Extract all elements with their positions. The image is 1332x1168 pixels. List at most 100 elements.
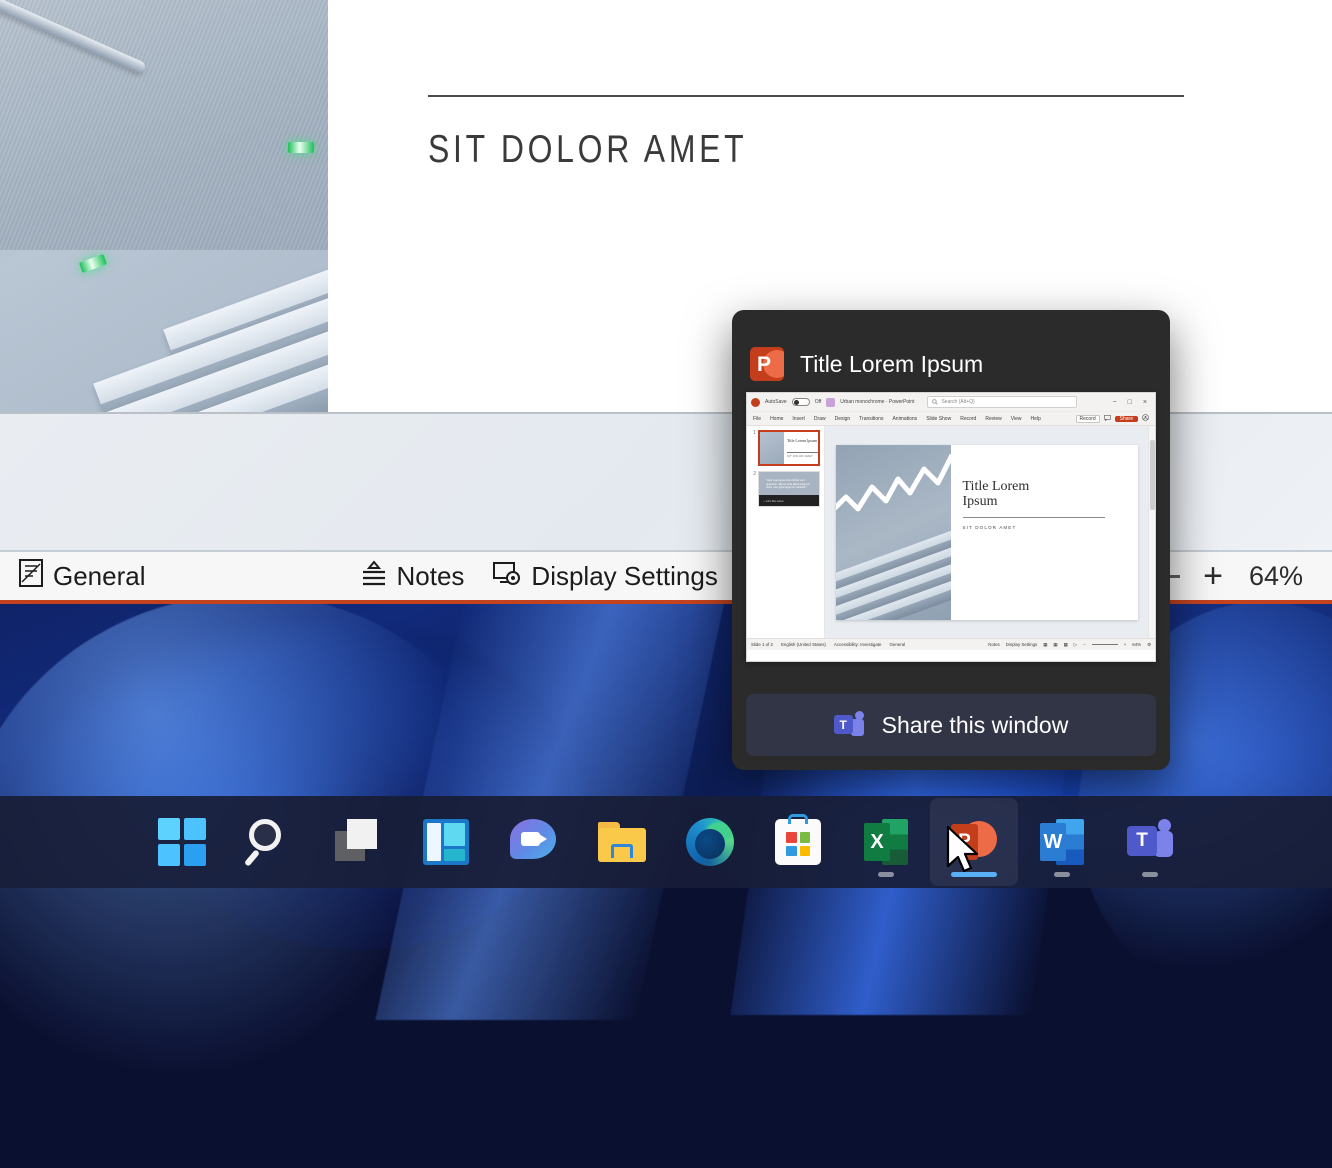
comments-icon[interactable] bbox=[1104, 415, 1111, 423]
ribbon-tab-view[interactable]: View bbox=[1011, 416, 1022, 422]
mini-general[interactable]: General bbox=[889, 642, 905, 647]
autosave-toggle[interactable] bbox=[792, 398, 810, 406]
taskbar-item-excel[interactable]: X bbox=[842, 798, 930, 886]
taskbar-item-teams[interactable]: T bbox=[1106, 798, 1194, 886]
window-thumbnail-preview[interactable]: AutoSave Off Urban monochrome · PowerPoi… bbox=[746, 392, 1156, 662]
taskbar-item-powerpoint[interactable]: P bbox=[930, 798, 1018, 886]
search-icon bbox=[247, 819, 293, 865]
mini-slide-title-line1: Title Lorem bbox=[963, 479, 1138, 495]
ribbon-tab-draw[interactable]: Draw bbox=[814, 416, 826, 422]
ribbon-tab-insert[interactable]: Insert bbox=[792, 416, 805, 422]
mini-reading-view-icon[interactable]: ▦ bbox=[1064, 642, 1068, 648]
slide-thumbnail-1[interactable]: 1 Title Lorem Ipsum SIT DOLOR AMET bbox=[749, 430, 822, 466]
mini-current-slide[interactable]: Title Lorem Ipsum SIT DOLOR AMET bbox=[836, 445, 1138, 620]
mini-window-controls[interactable]: − □ × bbox=[1113, 399, 1151, 406]
close-icon[interactable]: × bbox=[1143, 399, 1147, 406]
word-icon: W bbox=[1040, 819, 1084, 865]
ribbon-tab-record[interactable]: Record bbox=[960, 416, 976, 422]
shared-window-title: Title Lorem Ipsum bbox=[800, 351, 983, 378]
taskbar-item-start[interactable] bbox=[138, 798, 226, 886]
mini-status-bar: Slide 1 of 2 English (United States) Acc… bbox=[747, 638, 1155, 650]
chat-icon bbox=[510, 819, 558, 865]
taskbar-item-word[interactable]: W bbox=[1018, 798, 1106, 886]
ribbon-tab-transitions[interactable]: Transitions bbox=[859, 416, 883, 422]
windows-taskbar[interactable]: X P W T bbox=[0, 796, 1332, 888]
mini-zoom-slider[interactable] bbox=[1092, 644, 1118, 645]
status-general-button[interactable]: General bbox=[0, 550, 160, 602]
mini-slide-subtitle: SIT DOLOR AMET bbox=[963, 525, 1138, 530]
mini-vertical-scrollbar[interactable] bbox=[1148, 426, 1155, 638]
excel-letter: X bbox=[864, 823, 890, 861]
slide-number: 2 bbox=[749, 471, 756, 507]
ribbon-tab-design[interactable]: Design bbox=[835, 416, 851, 422]
stair-led bbox=[288, 142, 314, 153]
mini-search-placeholder: Search (Alt+Q) bbox=[941, 399, 974, 405]
slide-number: 1 bbox=[749, 430, 756, 466]
status-notes-button[interactable]: Notes bbox=[346, 550, 479, 602]
title-divider bbox=[428, 95, 1184, 97]
status-general-label: General bbox=[53, 561, 146, 592]
slide-thumbnail-2[interactable]: 2 "How must quote that infinite your app… bbox=[749, 471, 822, 507]
taskbar-item-chat[interactable] bbox=[490, 798, 578, 886]
fit-to-window-icon[interactable]: ⚙ bbox=[1147, 642, 1151, 648]
scrollbar-thumb[interactable] bbox=[1150, 440, 1155, 510]
folder-icon bbox=[598, 822, 646, 862]
status-notes-label: Notes bbox=[397, 561, 465, 592]
mini-slide-stage: Title Lorem Ipsum SIT DOLOR AMET bbox=[825, 426, 1148, 638]
ribbon-tab-slide-show[interactable]: Slide Show bbox=[926, 416, 951, 422]
mini-zoom-out-icon[interactable]: − bbox=[1083, 642, 1086, 647]
share-this-window-button[interactable]: T Share this window bbox=[746, 694, 1156, 756]
ribbon-tab-file[interactable]: File bbox=[753, 416, 761, 422]
mini-slide-divider bbox=[963, 517, 1105, 518]
store-icon bbox=[775, 819, 821, 865]
record-button[interactable]: Record bbox=[1076, 415, 1100, 423]
taskbar-item-microsoft-store[interactable] bbox=[754, 798, 842, 886]
minimize-icon[interactable]: − bbox=[1113, 399, 1117, 406]
powerpoint-icon: P bbox=[951, 819, 997, 865]
notes-icon bbox=[360, 558, 388, 595]
mini-zoom-percent[interactable]: 64% bbox=[1132, 642, 1141, 647]
mini-ribbon-tabs[interactable]: File Home Insert Draw Design Transitions… bbox=[747, 412, 1155, 426]
slide-thumbnail-panel[interactable]: 1 Title Lorem Ipsum SIT DOLOR AMET 2 "Ho… bbox=[747, 426, 825, 638]
mini-slide-show-icon[interactable]: ▷ bbox=[1074, 642, 1077, 648]
powerpoint-icon: P bbox=[750, 347, 784, 381]
autosave-status-icon bbox=[751, 398, 760, 407]
mini-zoom-in-icon[interactable]: + bbox=[1124, 642, 1127, 647]
active-indicator bbox=[951, 872, 997, 877]
taskbar-item-task-view[interactable] bbox=[314, 798, 402, 886]
mini-notes[interactable]: Notes bbox=[988, 642, 999, 647]
mini-language[interactable]: English (United States) bbox=[781, 642, 826, 647]
mini-slide-sorter-icon[interactable]: ▦ bbox=[1053, 642, 1057, 648]
task-view-icon bbox=[335, 819, 381, 865]
share-button[interactable]: Share bbox=[1115, 416, 1138, 422]
zoom-in-button[interactable]: + bbox=[1196, 559, 1230, 593]
ribbon-tab-help[interactable]: Help bbox=[1030, 416, 1040, 422]
running-indicator bbox=[1054, 872, 1070, 877]
mini-accessibility[interactable]: Accessibility: Investigate bbox=[834, 642, 882, 647]
mini-search-box[interactable]: Search (Alt+Q) bbox=[927, 396, 1077, 408]
zoom-level-label[interactable]: 64% bbox=[1230, 561, 1322, 592]
taskbar-item-widgets[interactable] bbox=[402, 798, 490, 886]
share-this-window-label: Share this window bbox=[882, 712, 1069, 739]
mini-slide-counter: Slide 1 of 2 bbox=[751, 642, 773, 647]
taskbar-item-edge[interactable] bbox=[666, 798, 754, 886]
ribbon-tab-review[interactable]: Review bbox=[985, 416, 1001, 422]
status-display-settings-button[interactable]: Display Settings bbox=[478, 550, 731, 602]
save-icon[interactable] bbox=[826, 398, 835, 407]
taskbar-item-search[interactable] bbox=[226, 798, 314, 886]
mini-display-settings[interactable]: Display Settings bbox=[1006, 642, 1037, 647]
running-indicator bbox=[1142, 872, 1158, 877]
ribbon-tab-home[interactable]: Home bbox=[770, 416, 783, 422]
teams-share-window-preview[interactable]: P Title Lorem Ipsum AutoSave Off Urban m… bbox=[732, 310, 1170, 770]
thumbnail-title: Title Lorem Ipsum bbox=[787, 439, 817, 444]
chart-line-graphic bbox=[836, 453, 951, 531]
account-icon[interactable] bbox=[1142, 414, 1149, 423]
ribbon-tab-animations[interactable]: Animations bbox=[892, 416, 917, 422]
mini-slide-image bbox=[836, 445, 951, 620]
share-card-header: P Title Lorem Ipsum bbox=[732, 310, 1170, 392]
stair-led bbox=[79, 254, 107, 273]
taskbar-item-file-explorer[interactable] bbox=[578, 798, 666, 886]
mini-normal-view-icon[interactable]: ▦ bbox=[1043, 642, 1047, 648]
display-settings-icon bbox=[492, 558, 522, 595]
maximize-icon[interactable]: □ bbox=[1128, 399, 1132, 406]
